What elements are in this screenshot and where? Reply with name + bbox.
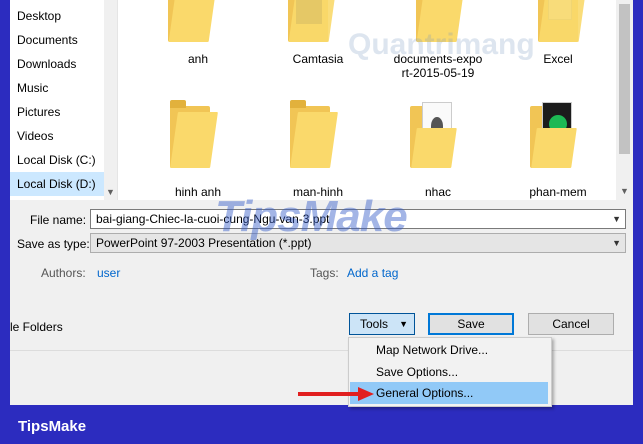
sidebar-item-local-disk-c[interactable]: Local Disk (C:) (10, 149, 115, 171)
file-list-scrollbar[interactable]: ▼ (616, 0, 633, 200)
tools-menu: Map Network Drive... Save Options... Gen… (348, 337, 552, 407)
watermark-faint: Quantrimang (348, 28, 535, 61)
add-tag-link[interactable]: Add a tag (347, 266, 398, 280)
scrollbar-thumb[interactable] (619, 4, 630, 154)
chevron-down-icon[interactable]: ▼ (620, 186, 629, 196)
chevron-down-icon[interactable]: ▼ (612, 234, 621, 252)
folder-icon[interactable] (538, 0, 586, 42)
authors-value[interactable]: user (97, 266, 120, 280)
folder-icon[interactable] (410, 98, 457, 168)
chevron-down-icon[interactable]: ▼ (612, 210, 621, 228)
tags-label: Tags: (310, 266, 339, 280)
watermark-overlay: TipsMake (215, 192, 408, 241)
file-name[interactable]: Camtasia (278, 52, 358, 66)
sidebar-item-downloads[interactable]: Downloads (10, 53, 115, 75)
authors-label: Authors: (41, 266, 86, 280)
sidebar-scrollbar[interactable]: ▼ (104, 0, 117, 200)
chevron-down-icon[interactable]: ▼ (106, 187, 115, 197)
folder-icon[interactable] (170, 98, 218, 168)
file-list: anh Camtasia documents-expo rt-2015-05-1… (118, 0, 616, 200)
menu-item-save-options[interactable]: Save Options... (350, 361, 548, 383)
tools-label: Tools (360, 317, 389, 331)
navigation-pane: Desktop Documents Downloads Music Pictur… (10, 0, 118, 200)
folder-icon[interactable] (168, 0, 216, 42)
tools-button[interactable]: Tools ▼ (349, 313, 415, 335)
folder-icon[interactable] (288, 0, 336, 42)
folder-icon[interactable] (290, 98, 338, 168)
chevron-down-icon[interactable]: ▼ (399, 314, 408, 334)
brand-logo: TipsMake (18, 418, 87, 435)
menu-item-map-network-drive[interactable]: Map Network Drive... (350, 339, 548, 361)
file-name[interactable]: anh (158, 52, 238, 66)
save-button[interactable]: Save (428, 313, 514, 335)
sidebar-item-pictures[interactable]: Pictures (10, 101, 115, 123)
sidebar-item-documents[interactable]: Documents (10, 29, 115, 51)
hide-folders-toggle[interactable]: le Folders (10, 320, 63, 334)
file-name[interactable]: nhac (398, 185, 478, 199)
file-name[interactable]: phan-mem (518, 185, 598, 199)
sidebar-item-desktop[interactable]: Desktop (10, 5, 115, 27)
red-arrow-icon (298, 387, 374, 401)
file-name-label: File name: (30, 213, 87, 227)
menu-item-general-options[interactable]: General Options... (350, 382, 548, 404)
sidebar-item-local-disk-d[interactable]: Local Disk (D:) (10, 172, 115, 196)
cancel-button[interactable]: Cancel (528, 313, 614, 335)
sidebar-item-music[interactable]: Music (10, 77, 115, 99)
save-as-type-label: Save as type: (17, 237, 90, 251)
folder-icon[interactable] (530, 98, 577, 168)
sidebar-item-videos[interactable]: Videos (10, 125, 115, 147)
